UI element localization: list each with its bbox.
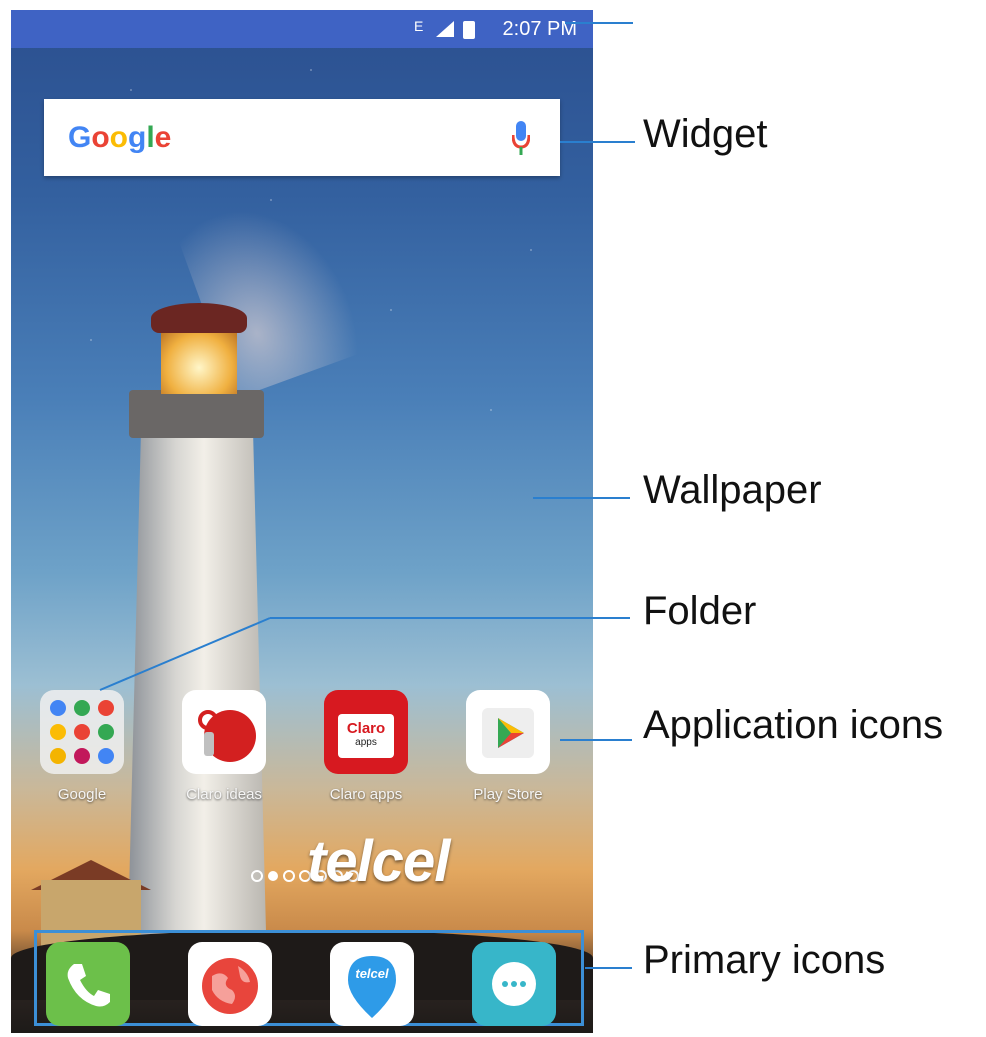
application-icons-label: Application icons <box>643 703 944 747</box>
primary-icons-callout-line <box>585 967 632 969</box>
primary-icons-label: Primary icons <box>643 938 886 982</box>
application-icons-callout-line <box>560 739 632 741</box>
folder-label: Folder <box>643 589 757 633</box>
folder-callout-line <box>99 617 630 691</box>
